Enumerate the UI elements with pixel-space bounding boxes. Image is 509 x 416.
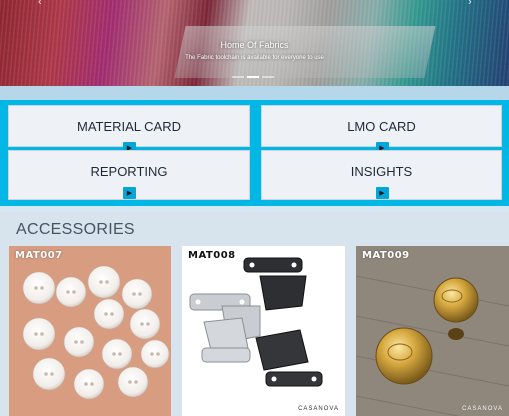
product-code: MAT009 — [362, 250, 410, 261]
product-card-mat007[interactable]: MAT007 — [9, 246, 171, 416]
hero-banner[interactable]: ‹ › Home Of Fabrics The Fabric toolchain… — [0, 0, 509, 86]
navigation-grid: MATERIAL CARD ▶ LMO CARD ▶ REPORTING ▶ I… — [0, 100, 509, 206]
tile-label: REPORTING — [90, 164, 168, 179]
gold-buttons-image — [356, 246, 509, 416]
divider-band — [0, 86, 509, 100]
insights-tile[interactable]: INSIGHTS ▶ — [261, 150, 502, 200]
tile-label: MATERIAL CARD — [76, 119, 181, 134]
accessories-section: ACCESSORIES MAT007 MAT008 CASANOVA MAT00… — [0, 212, 509, 416]
product-code: MAT008 — [188, 250, 236, 261]
carousel-dot[interactable] — [232, 76, 244, 78]
brand-watermark: CASANOVA — [462, 406, 503, 412]
carousel-dot[interactable] — [262, 76, 274, 78]
carousel-dot-active[interactable] — [247, 76, 259, 78]
carousel-indicators — [232, 76, 274, 78]
hero-title: Home Of Fabrics — [220, 40, 289, 50]
hook-fasteners-image — [182, 246, 345, 416]
brand-watermark: CASANOVA — [298, 406, 339, 412]
chevron-right-icon[interactable]: › — [468, 0, 472, 8]
reporting-tile[interactable]: REPORTING ▶ — [8, 150, 250, 200]
section-title: ACCESSORIES — [16, 221, 135, 238]
chevron-left-icon[interactable]: ‹ — [38, 0, 42, 8]
tile-label: LMO CARD — [347, 119, 416, 134]
material-card-tile[interactable]: MATERIAL CARD ▶ — [8, 105, 250, 154]
lmo-card-tile[interactable]: LMO CARD ▶ — [261, 105, 502, 154]
product-card-mat009[interactable]: MAT009 CASANOVA — [356, 246, 509, 416]
product-code: MAT007 — [15, 250, 63, 261]
hero-subtitle: The Fabric toolchain is available for ev… — [185, 55, 324, 61]
chevron-right-icon[interactable]: ▶ — [123, 187, 136, 199]
chevron-right-icon[interactable]: ▶ — [375, 187, 389, 199]
white-buttons-image — [9, 246, 171, 416]
product-card-mat008[interactable]: MAT008 CASANOVA — [182, 246, 345, 416]
tile-label: INSIGHTS — [350, 164, 413, 179]
